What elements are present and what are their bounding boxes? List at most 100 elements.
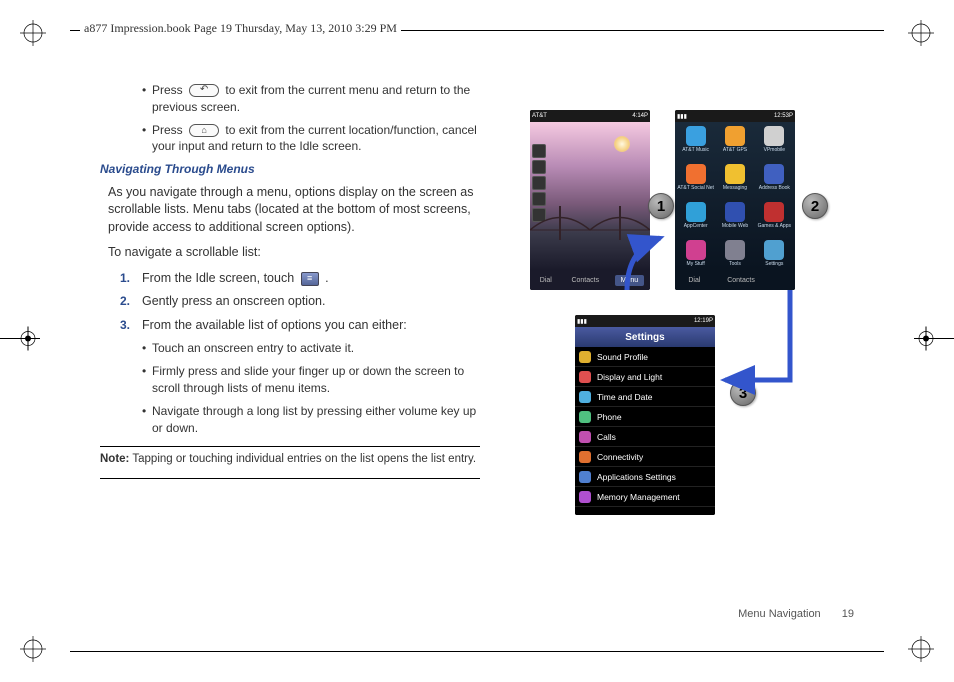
app-label: AppCenter — [684, 223, 708, 229]
bullet-item: • Touch an onscreen entry to activate it… — [142, 340, 480, 357]
bullet-text: Firmly press and slide your finger up or… — [152, 363, 480, 397]
footer-section: Menu Navigation — [738, 608, 821, 620]
app-label: AT&T Social Net — [677, 185, 714, 191]
footer-rule — [70, 651, 884, 652]
header-crop-text: a877 Impression.book Page 19 Thursday, M… — [80, 20, 401, 37]
list-item-label: Connectivity — [597, 452, 643, 462]
section-heading: Navigating Through Menus — [100, 161, 480, 178]
carrier-label: AT&T — [532, 113, 547, 119]
status-bar: ▮▮▮ 12:19P — [575, 315, 715, 327]
softkey-mid: Contacts — [727, 277, 755, 284]
bullet-item: • Firmly press and slide your finger up … — [142, 363, 480, 397]
step-number: 1. — [120, 270, 142, 288]
bullet-text: Navigate through a long list by pressing… — [152, 403, 480, 437]
list-item-icon — [579, 411, 591, 423]
bullet-item: • Navigate through a long list by pressi… — [142, 403, 480, 437]
list-item: Phone — [575, 407, 715, 427]
arrow-1 — [615, 230, 675, 305]
list-item-icon — [579, 371, 591, 383]
app-label: Mobile Web — [722, 223, 748, 229]
app-label: Messaging — [723, 185, 747, 191]
note-rule-top — [100, 446, 480, 447]
app-glyph-icon — [686, 126, 706, 146]
softkey-contacts: Contacts — [567, 275, 603, 286]
phone-screenshot-settings: ▮▮▮ 12:19P Settings Sound ProfileDisplay… — [575, 315, 715, 515]
crop-mark-tr — [908, 20, 934, 46]
app-grid: AT&T MusicAT&T GPS VPmobile AT&T Social Ne… — [675, 122, 795, 270]
list-item: 2. Gently press an onscreen option. — [120, 293, 480, 311]
app-glyph-icon — [725, 164, 745, 184]
list-item: Sound Profile — [575, 347, 715, 367]
list-item-label: Applications Settings — [597, 472, 676, 482]
step-post: . — [325, 271, 328, 285]
app-icon: AT&T GPS — [716, 126, 753, 162]
softkey-left: Dial — [536, 275, 556, 286]
list-item-icon — [579, 431, 591, 443]
note-label: Note: — [100, 453, 129, 465]
app-icon: Messaging — [716, 164, 753, 200]
step-pre: From the Idle screen, touch — [142, 271, 298, 285]
app-glyph-icon — [686, 164, 706, 184]
list-item-label: Time and Date — [597, 392, 652, 402]
app-label: Tools — [729, 261, 741, 267]
list-item-icon — [579, 451, 591, 463]
back-key-icon — [189, 84, 219, 97]
list-item: Memory Management — [575, 487, 715, 507]
list-item: 1. From the Idle screen, touch . — [120, 270, 480, 288]
status-bar: ▮▮▮ 12:53P — [675, 110, 795, 122]
note: Note: Tapping or touching individual ent… — [100, 451, 480, 467]
status-bar: AT&T 4:14P — [530, 110, 650, 122]
settings-list: Sound ProfileDisplay and LightTime and D… — [575, 347, 715, 515]
app-label: My Stuff — [687, 261, 705, 267]
app-icon: VPmobile — [756, 126, 793, 162]
clock: 4:14P — [632, 113, 648, 119]
note-body: Tapping or touching individual entries o… — [129, 453, 476, 465]
widget-icon — [532, 144, 546, 158]
app-label: Settings — [765, 261, 783, 267]
reg-mark-right — [914, 319, 954, 364]
crop-mark-br — [908, 636, 934, 662]
menu-key-icon — [301, 272, 319, 286]
step-text: From the Idle screen, touch . — [142, 270, 480, 288]
app-glyph-icon — [725, 240, 745, 260]
sun-icon — [614, 136, 630, 152]
list-item: 3. From the available list of options yo… — [120, 317, 480, 335]
app-icon: Tools — [716, 240, 753, 276]
app-glyph-icon — [764, 202, 784, 222]
step-number: 2. — [120, 293, 142, 311]
app-icon: Mobile Web — [716, 202, 753, 238]
list-item-label: Calls — [597, 432, 616, 442]
figure: AT&T 4:14P Dial Contacts Menu — [520, 100, 900, 520]
list-item-label: Sound Profile — [597, 352, 648, 362]
list-item-label: Memory Management — [597, 492, 680, 502]
list-item: Applications Settings — [575, 467, 715, 487]
reg-mark-left — [0, 319, 40, 364]
app-icon: AT&T Music — [677, 126, 714, 162]
ordered-list: 1. From the Idle screen, touch . 2. Gent… — [120, 270, 480, 335]
list-item-icon — [579, 391, 591, 403]
widget-icon — [532, 176, 546, 190]
bullet-dot: • — [142, 363, 152, 397]
home-key-icon — [189, 124, 219, 137]
app-label: VPmobile — [764, 147, 785, 153]
step-text: Gently press an onscreen option. — [142, 293, 480, 311]
bullet-text: Touch an onscreen entry to activate it. — [152, 340, 480, 357]
app-label: Games & Apps — [758, 223, 791, 229]
footer-page-number: 19 — [842, 608, 854, 620]
bullet-item: • Press to exit from the current locatio… — [142, 122, 480, 156]
clock: 12:19P — [694, 318, 713, 324]
paragraph: To navigate a scrollable list: — [108, 244, 480, 262]
bullet-dot: • — [142, 82, 152, 116]
app-glyph-icon — [725, 126, 745, 146]
bullet-pre: Press — [152, 83, 183, 97]
app-glyph-icon — [686, 202, 706, 222]
step-text: From the available list of options you c… — [142, 317, 480, 335]
signal-icon: ▮▮▮ — [577, 318, 587, 325]
sub-bullet-list: • Touch an onscreen entry to activate it… — [142, 340, 480, 436]
softkey-left: Dial — [688, 277, 700, 284]
paragraph: As you navigate through a menu, options … — [108, 184, 480, 237]
bullet-dot: • — [142, 403, 152, 437]
crop-mark-tl — [20, 20, 46, 46]
app-icon: AT&T Social Net — [677, 164, 714, 200]
app-icon: Settings — [756, 240, 793, 276]
